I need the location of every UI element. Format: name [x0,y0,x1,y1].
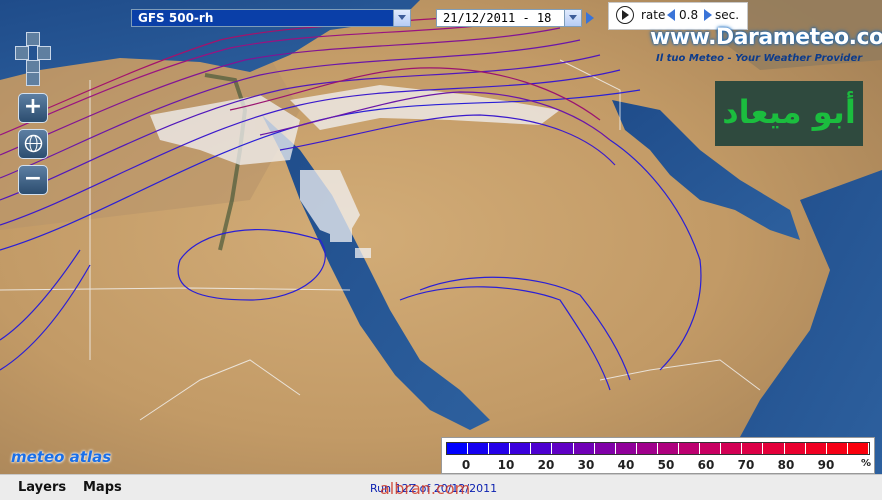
rate-increase-icon[interactable] [704,9,712,21]
legend-swatch [573,443,595,454]
legend-swatch [657,443,680,454]
rate-label: rate [641,8,666,22]
brand-name: www.Darameteo.com [650,25,882,50]
weather-map[interactable] [0,0,882,474]
legend-swatch [594,443,616,454]
legend-tick-label: 70 [737,458,755,472]
legend-swatch [721,443,743,454]
maps-link[interactable]: Maps [83,480,122,495]
chevron-down-icon[interactable] [564,10,581,26]
legend-ticks: 0 10 20 30 40 50 60 70 80 90% [442,458,876,473]
legend-tick-label: 30 [577,458,595,472]
brand-logo: www.Darameteo.com Il tuo Meteo - Your We… [650,22,882,70]
pan-right-icon[interactable] [37,46,51,60]
legend-tick-label: 60 [697,458,715,472]
legend-swatch [552,443,574,454]
legend-swatch [784,443,806,454]
arabic-caption-box: أبو ميعاد [715,81,863,146]
globe-icon [24,134,42,153]
legend-tick-label: 20 [537,458,555,472]
map-canvas [0,0,882,474]
rate-decrease-icon[interactable] [667,9,675,21]
next-frame-button[interactable] [584,9,596,26]
rate-unit: sec. [715,8,740,22]
date-select[interactable]: 21/12/2011 - 18 [436,9,582,27]
legend-tick-label: 90 [817,458,835,472]
rate-value: 0.8 [679,8,699,22]
arabic-caption: أبو ميعاد [722,93,856,131]
legend-swatch [742,443,764,454]
legend-tick-label: 50 [657,458,675,472]
pan-up-icon[interactable] [26,32,40,46]
legend-color-bar [446,442,870,455]
model-select-value: GFS 500-rh [138,11,214,25]
legend-swatch [531,443,553,454]
pan-center-icon[interactable] [26,72,40,86]
chevron-down-icon[interactable] [393,10,410,26]
legend-swatch [700,443,722,454]
legend-swatch [679,443,701,454]
legend-swatch [636,443,658,454]
legend-swatch [805,443,827,454]
legend-swatch [489,443,511,454]
watermark: albran.com [380,479,471,498]
legend-tick-label: 40 [617,458,635,472]
legend-swatch [763,443,785,454]
zoom-out-button[interactable]: − [18,165,48,195]
legend-swatch [615,443,637,454]
pan-left-icon[interactable] [15,46,29,60]
legend-tick-label: 80 [777,458,795,472]
legend-swatch [447,443,469,454]
meteo-atlas-label: meteo atlas [11,448,112,466]
legend-swatch [847,443,869,454]
legend-tick-label: 10 [497,458,515,472]
layers-link[interactable]: Layers [18,480,66,495]
brand-tagline: Il tuo Meteo - Your Weather Provider [656,53,863,64]
pan-control [13,32,53,88]
legend-swatch [826,443,848,454]
play-icon[interactable] [616,6,634,24]
rh-legend: 0 10 20 30 40 50 60 70 80 90% [441,437,875,474]
date-select-value: 21/12/2011 - 18 [443,11,552,25]
legend-unit: % [860,458,872,469]
model-select[interactable]: GFS 500-rh [131,9,411,27]
legend-swatch [510,443,532,454]
globe-button[interactable] [18,129,48,159]
legend-swatch [468,443,490,454]
zoom-in-button[interactable]: + [18,93,48,123]
bottom-bar: Layers Maps Run 12Z of 20/12/2011 albran… [0,474,882,500]
legend-tick-label: 0 [461,458,471,472]
